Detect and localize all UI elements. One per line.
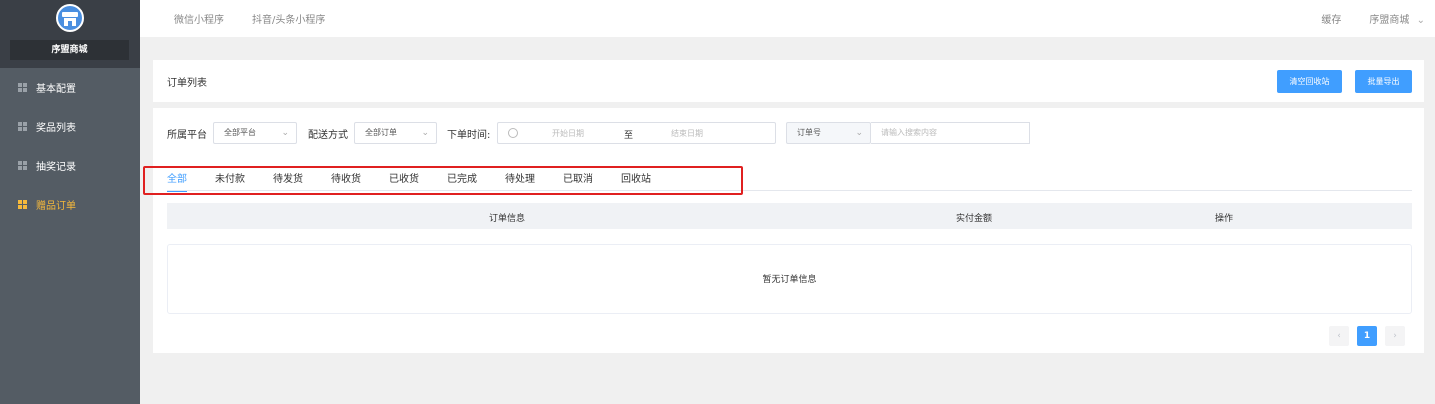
chevron-down-icon: ⌄ xyxy=(1416,15,1425,26)
sidebar-item-label: 基本配置 xyxy=(36,84,76,95)
next-page-button[interactable]: › xyxy=(1385,326,1405,346)
grid-icon xyxy=(18,200,27,209)
prev-page-button[interactable]: ‹ xyxy=(1329,326,1349,346)
nav-douyin-miniprogram[interactable]: 抖音/头条小程序 xyxy=(252,11,325,26)
clock-icon xyxy=(508,128,518,138)
logo-area: 序盟商城 xyxy=(0,0,140,68)
sidebar-item-draw-records[interactable]: 抽奖记录 xyxy=(0,146,140,185)
start-date-input[interactable]: 开始日期 xyxy=(552,128,584,139)
store-logo-icon xyxy=(56,4,84,32)
column-paid-amount: 实付金额 xyxy=(956,214,993,224)
search-input[interactable]: 请输入搜索内容 xyxy=(871,122,1030,144)
column-order-info: 订单信息 xyxy=(489,214,526,224)
column-actions: 操作 xyxy=(1215,214,1234,224)
grid-icon xyxy=(18,83,27,92)
delivery-label: 配送方式 xyxy=(308,130,348,141)
platform-value: 全部平台 xyxy=(224,128,256,137)
platform-label: 所属平台 xyxy=(167,130,207,141)
sidebar-item-basic-config[interactable]: 基本配置 xyxy=(0,68,140,107)
cache-link[interactable]: 缓存 xyxy=(1321,11,1341,26)
sidebar-item-label: 抽奖记录 xyxy=(36,162,76,173)
order-panel: 所属平台 全部平台 ⌄ 配送方式 全部订单 ⌄ 下单时间: 开始日期 至 结束日… xyxy=(153,108,1424,353)
sidebar-item-label: 赠品订单 xyxy=(36,201,76,212)
sidebar-item-label: 奖品列表 xyxy=(36,123,76,134)
store-name: 序盟商城 xyxy=(10,40,129,60)
batch-export-button[interactable]: 批量导出 xyxy=(1355,70,1412,93)
end-date-input[interactable]: 结束日期 xyxy=(671,128,703,139)
nav-wechat-miniprogram[interactable]: 微信小程序 xyxy=(174,11,224,26)
sidebar-item-prize-list[interactable]: 奖品列表 xyxy=(0,107,140,146)
grid-icon xyxy=(18,122,27,131)
page-title: 订单列表 xyxy=(167,78,207,89)
delivery-select[interactable]: 全部订单 ⌄ xyxy=(354,122,437,144)
order-list-header: 订单列表 清空回收站 批量导出 xyxy=(153,60,1424,102)
chevron-down-icon: ⌄ xyxy=(855,128,863,138)
highlight-box xyxy=(143,166,743,195)
user-menu[interactable]: 序盟商城 ⌄ xyxy=(1369,11,1425,26)
user-name: 序盟商城 xyxy=(1369,15,1410,26)
clear-recycle-button[interactable]: 清空回收站 xyxy=(1277,70,1342,93)
sidebar-item-gift-orders[interactable]: 赠品订单 xyxy=(0,185,140,224)
grid-icon xyxy=(18,161,27,170)
range-separator: 至 xyxy=(624,131,634,141)
search-field-select[interactable]: 订单号 ⌄ xyxy=(786,122,871,144)
search-field-value: 订单号 xyxy=(797,128,821,137)
platform-select[interactable]: 全部平台 ⌄ xyxy=(213,122,297,144)
table-header: 订单信息 实付金额 操作 xyxy=(167,203,1412,229)
chevron-down-icon: ⌄ xyxy=(281,128,289,138)
order-time-label: 下单时间: xyxy=(447,130,491,141)
page-1-button[interactable]: 1 xyxy=(1357,326,1377,346)
delivery-value: 全部订单 xyxy=(365,128,397,137)
empty-state: 暂无订单信息 xyxy=(167,244,1412,314)
top-bar: 微信小程序 抖音/头条小程序 缓存 序盟商城 ⌄ xyxy=(140,0,1435,37)
sidebar: 序盟商城 基本配置 奖品列表 抽奖记录 赠品订单 xyxy=(0,0,140,404)
date-range-picker[interactable]: 开始日期 至 结束日期 xyxy=(497,122,776,144)
chevron-down-icon: ⌄ xyxy=(421,128,429,138)
